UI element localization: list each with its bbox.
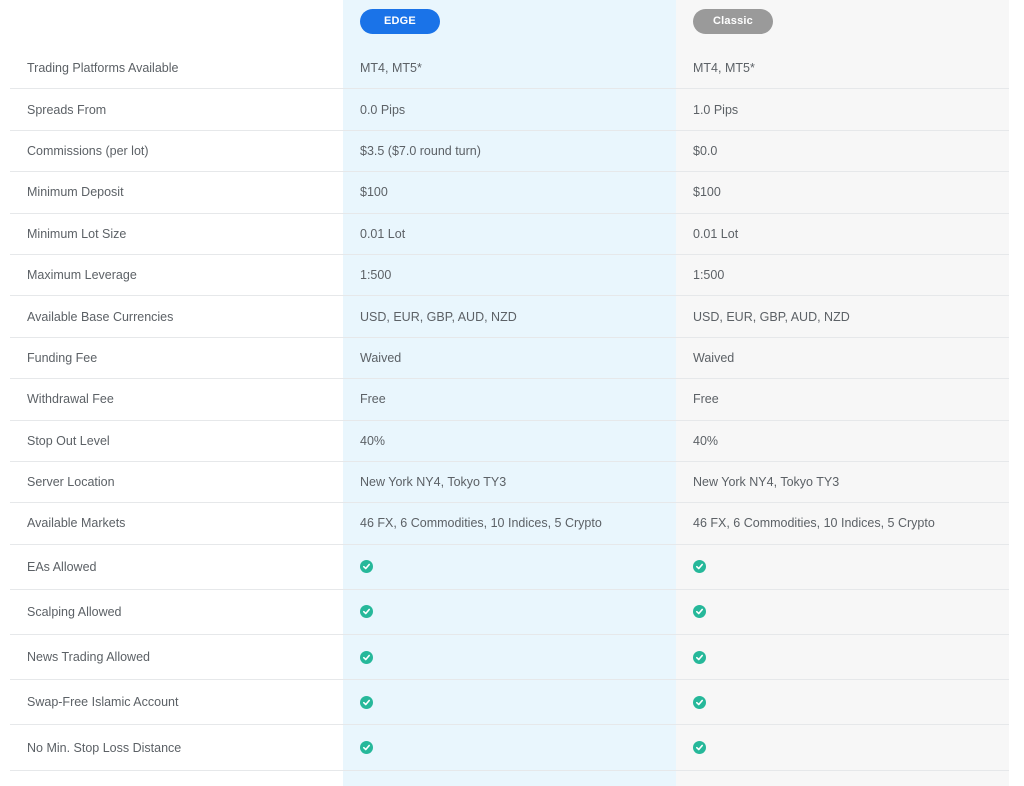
row-label: Withdrawal Fee [27,392,114,407]
table-row: Funding Fee Waived Waived [10,338,1009,380]
table-row: News Trading Allowed [10,635,1009,681]
edge-value: Waived [360,350,402,365]
edge-value: MT4, MT5* [360,61,422,76]
comparison-table: Trading Platforms Available MT4, MT5* MT… [10,48,1009,771]
edge-check-cell [360,680,680,724]
edge-value: 0.0 Pips [360,102,406,117]
classic-value: 40% [693,433,719,448]
classic-check-cell [693,545,1003,589]
row-label: Spreads From [27,102,107,117]
check-circle-icon [693,605,706,619]
comparison-header: EDGE Classic [0,0,1024,48]
classic-value: $100 [693,185,721,200]
classic-value: Waived [693,350,735,365]
row-label: Commissions (per lot) [27,143,149,158]
table-row: Stop Out Level 40% 40% [10,421,1009,462]
table-row: Minimum Lot Size 0.01 Lot 0.01 Lot [10,214,1009,255]
row-label: Scalping Allowed [27,604,122,619]
check-circle-icon [693,741,706,755]
table-row: Spreads From 0.0 Pips 1.0 Pips [10,89,1009,131]
edge-account-button[interactable]: EDGE [360,9,440,34]
row-label: Available Base Currencies [27,309,174,324]
check-circle-icon [360,741,373,755]
edge-value: USD, EUR, GBP, AUD, NZD [360,309,517,324]
edge-value: 1:500 [360,268,392,283]
row-label: Minimum Deposit [27,185,124,200]
classic-check-cell [693,635,1003,679]
check-circle-icon [693,650,706,664]
classic-value: MT4, MT5* [693,61,755,76]
classic-value: 1.0 Pips [693,102,739,117]
classic-check-cell [693,725,1003,769]
check-circle-icon [360,560,373,574]
row-label: Minimum Lot Size [27,226,127,241]
table-row: Trading Platforms Available MT4, MT5* MT… [10,48,1009,90]
table-row: Swap-Free Islamic Account [10,680,1009,726]
edge-check-cell [360,545,680,589]
row-label: EAs Allowed [27,559,97,574]
edge-value: 40% [360,433,386,448]
row-label: Server Location [27,475,115,490]
row-label: Stop Out Level [27,433,110,448]
classic-value: 1:500 [693,268,725,283]
table-row: Maximum Leverage 1:500 1:500 [10,255,1009,297]
account-comparison-page: EDGE Classic Trading Platforms Available… [0,0,1024,786]
check-circle-icon [360,605,373,619]
check-circle-icon [360,695,373,709]
edge-value: 46 FX, 6 Commodities, 10 Indices, 5 Cryp… [360,516,602,531]
classic-check-cell [693,680,1003,724]
edge-value: Free [360,392,386,407]
row-label: Maximum Leverage [27,268,137,283]
table-row: Available Markets 46 FX, 6 Commodities, … [10,503,1009,545]
classic-value: Free [693,392,719,407]
edge-check-cell [360,635,680,679]
edge-check-cell [360,590,680,634]
edge-value: $3.5 ($7.0 round turn) [360,143,481,158]
table-row: Server Location New York NY4, Tokyo TY3 … [10,462,1009,504]
classic-value: New York NY4, Tokyo TY3 [693,475,840,490]
row-label: News Trading Allowed [27,650,150,665]
table-row: Scalping Allowed [10,590,1009,636]
check-circle-icon [693,560,706,574]
table-row: Withdrawal Fee Free Free [10,379,1009,421]
classic-value: 46 FX, 6 Commodities, 10 Indices, 5 Cryp… [693,516,935,531]
row-label: No Min. Stop Loss Distance [27,740,182,755]
classic-account-button[interactable]: Classic [693,9,773,34]
edge-value: $100 [360,185,388,200]
table-row: Commissions (per lot) $3.5 ($7.0 round t… [10,131,1009,173]
table-row: No Min. Stop Loss Distance [10,725,1009,771]
table-row: Available Base Currencies USD, EUR, GBP,… [10,296,1009,338]
table-row: Minimum Deposit $100 $100 [10,172,1009,214]
row-label: Swap-Free Islamic Account [27,695,179,710]
table-row: EAs Allowed [10,545,1009,590]
check-circle-icon [693,695,706,709]
edge-value: 0.01 Lot [360,226,406,241]
classic-value: 0.01 Lot [693,226,739,241]
classic-value: USD, EUR, GBP, AUD, NZD [693,309,850,324]
edge-value: New York NY4, Tokyo TY3 [360,475,507,490]
row-label: Available Markets [27,516,126,531]
row-label: Trading Platforms Available [27,61,179,76]
classic-check-cell [693,590,1003,634]
edge-check-cell [360,725,680,769]
classic-value: $0.0 [693,143,718,158]
check-circle-icon [360,650,373,664]
row-label: Funding Fee [27,350,98,365]
